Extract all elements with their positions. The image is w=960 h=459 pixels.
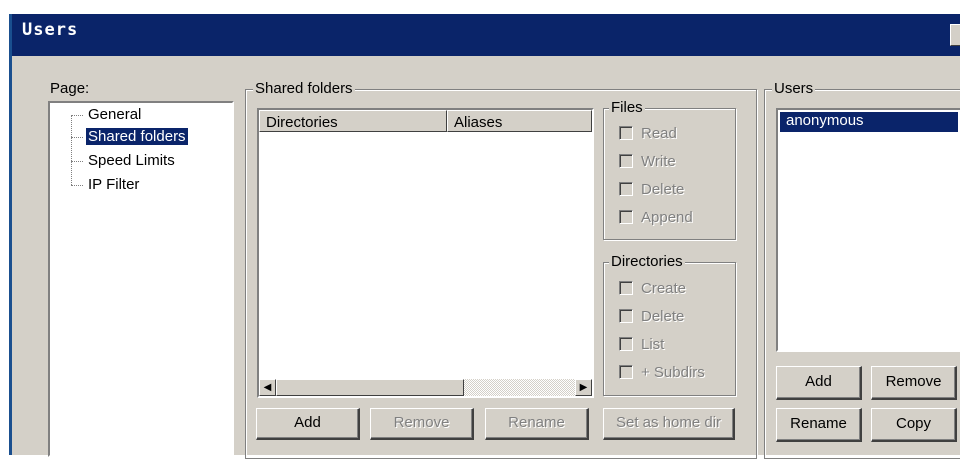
files-read-option[interactable]: Read — [619, 123, 677, 143]
users-list[interactable]: anonymous — [776, 108, 960, 352]
checkbox[interactable] — [619, 281, 633, 295]
page-label: Page: — [50, 80, 90, 97]
shared-folders-caption: Shared folders — [253, 80, 355, 97]
files-caption: Files — [609, 99, 645, 116]
dirs-list-label: List — [641, 335, 665, 353]
page-tree[interactable]: General Shared folders Speed Limits IP F… — [48, 101, 234, 457]
dialog-client-area: Page: General Shared folders Speed Limit… — [12, 56, 960, 459]
desktop-background — [0, 0, 960, 14]
checkbox[interactable] — [619, 309, 633, 323]
tree-connector — [71, 137, 83, 138]
title-bar[interactable] — [12, 14, 960, 56]
checkbox[interactable] — [619, 210, 633, 224]
tree-item-shared-folders[interactable]: Shared folders — [85, 127, 189, 146]
dirs-list-option[interactable]: List — [619, 334, 664, 354]
horizontal-scroll-thumb[interactable] — [276, 379, 464, 396]
shared-folders-list[interactable]: Directories Aliases ◀ ▶ — [257, 108, 594, 398]
add-user-button[interactable]: Add — [776, 366, 862, 400]
user-list-item[interactable]: anonymous — [779, 111, 959, 133]
checkbox[interactable] — [619, 365, 633, 379]
checkbox[interactable] — [619, 182, 633, 196]
directories-caption: Directories — [609, 253, 685, 270]
files-write-label: Write — [641, 152, 676, 170]
checkbox[interactable] — [619, 154, 633, 168]
scroll-right-button[interactable]: ▶ — [575, 379, 592, 396]
checkbox[interactable] — [619, 126, 633, 140]
files-write-option[interactable]: Write — [619, 151, 676, 171]
dirs-subdirs-label: + Subdirs — [641, 363, 705, 381]
tree-connector — [71, 161, 83, 162]
dirs-subdirs-option[interactable]: + Subdirs — [619, 362, 705, 382]
dirs-create-option[interactable]: Create — [619, 278, 686, 298]
tree-item-ip-filter[interactable]: IP Filter — [86, 176, 141, 193]
horizontal-scroll-track[interactable] — [464, 379, 575, 396]
copy-user-button[interactable]: Copy — [871, 408, 957, 442]
dirs-delete-label: Delete — [641, 307, 685, 325]
window-title: Users — [22, 20, 79, 40]
tree-item-general[interactable]: General — [86, 106, 143, 123]
column-header-aliases[interactable]: Aliases — [447, 110, 592, 132]
column-header-directories[interactable]: Directories — [259, 110, 447, 132]
dirs-create-label: Create — [641, 279, 687, 297]
files-read-label: Read — [641, 124, 677, 142]
rename-user-button[interactable]: Rename — [776, 408, 862, 442]
title-bar-button[interactable] — [950, 24, 960, 46]
tree-connector — [71, 115, 72, 185]
users-caption: Users — [772, 80, 816, 97]
set-home-dir-button[interactable]: Set as home dir — [603, 408, 735, 440]
files-append-option[interactable]: Append — [619, 207, 693, 227]
dirs-delete-option[interactable]: Delete — [619, 306, 684, 326]
checkbox[interactable] — [619, 337, 633, 351]
add-folder-button[interactable]: Add — [256, 408, 360, 440]
remove-folder-button[interactable]: Remove — [370, 408, 474, 440]
files-delete-label: Delete — [641, 180, 685, 198]
remove-user-button[interactable]: Remove — [871, 366, 957, 400]
tree-connector — [71, 185, 83, 186]
tree-connector — [71, 115, 83, 116]
files-delete-option[interactable]: Delete — [619, 179, 684, 199]
tree-item-speed-limits[interactable]: Speed Limits — [86, 152, 177, 169]
rename-folder-button[interactable]: Rename — [485, 408, 589, 440]
files-append-label: Append — [641, 208, 693, 226]
scroll-left-button[interactable]: ◀ — [259, 379, 276, 396]
